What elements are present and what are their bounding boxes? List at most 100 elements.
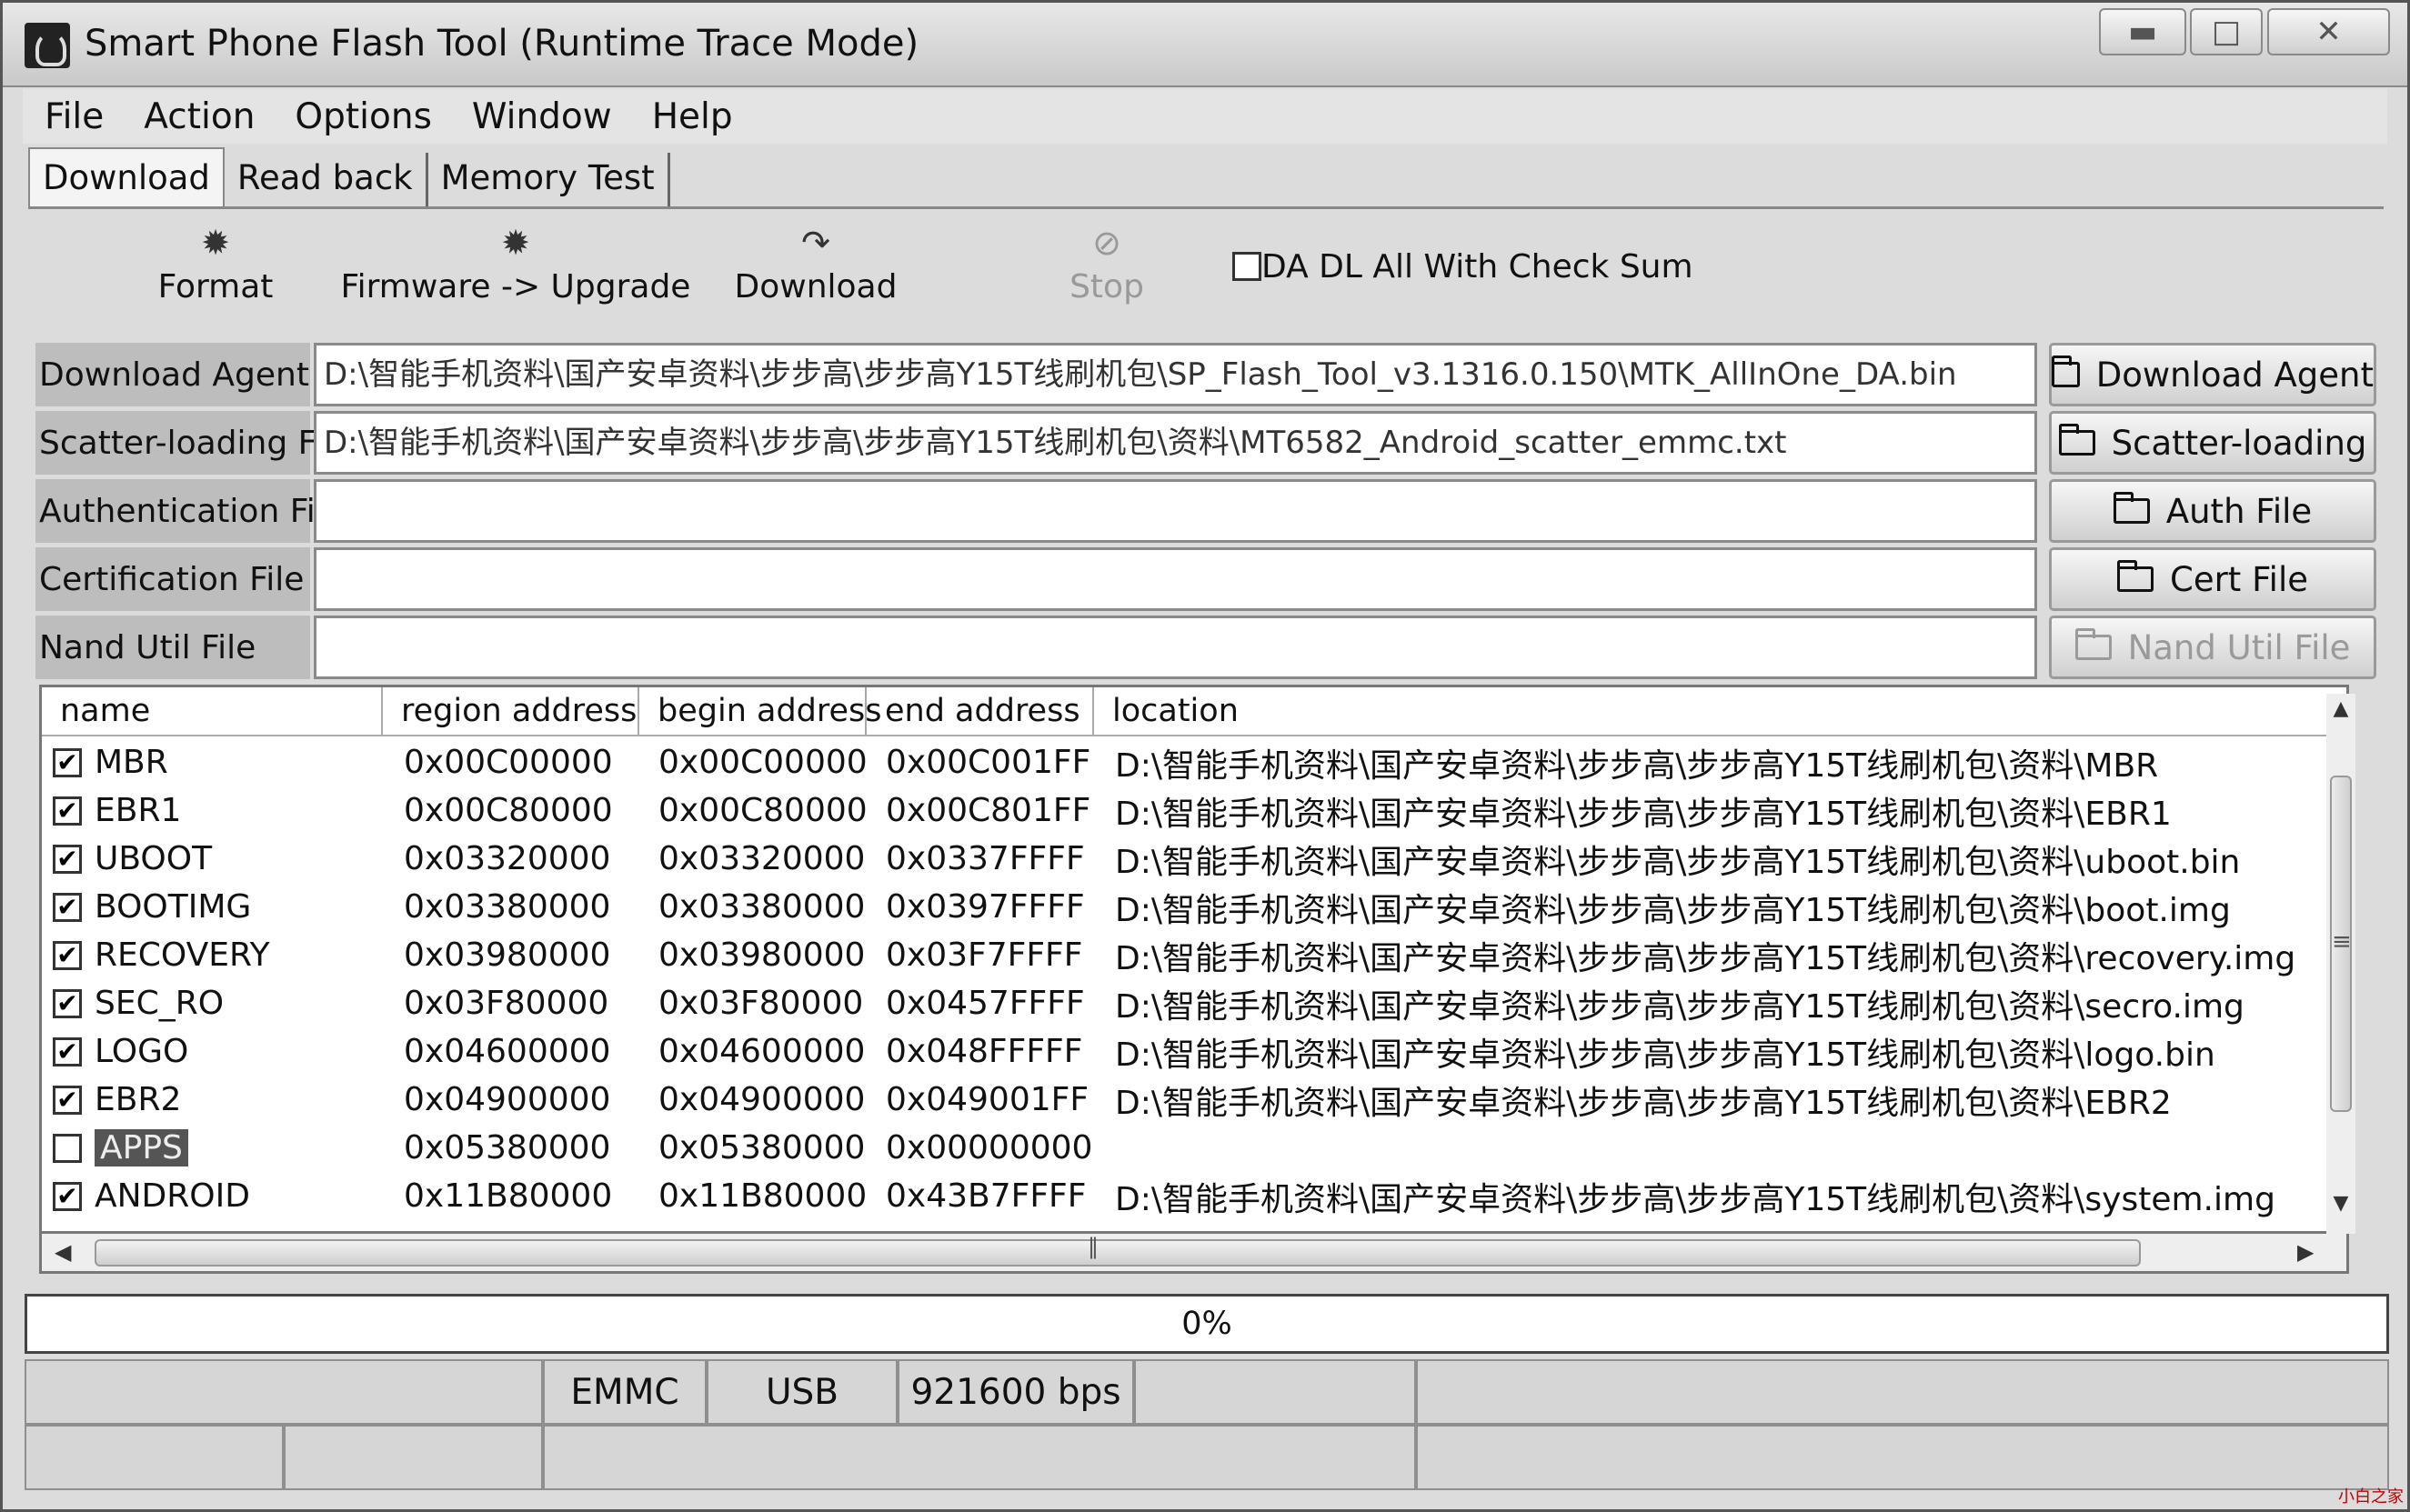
checkmark-icon: ✔ [56, 939, 78, 970]
row-end-cell: 0x049001FF [886, 1081, 1090, 1118]
table-vertical-scrollbar[interactable]: ▲ ≡ ▼ [2326, 694, 2355, 1234]
row-region-cell: 0x03F80000 [404, 985, 609, 1022]
table-horizontal-scrollbar[interactable]: ◀ ‖ ▶ [39, 1234, 2349, 1274]
checkmark-icon: ✔ [56, 1180, 78, 1211]
table-row[interactable]: ✔ MBR 0x00C00000 0x00C00000 0x00C001FF D:\智能手… [42, 738, 2334, 786]
scroll-up-icon[interactable]: ▲ [2330, 697, 2352, 720]
column-header-name[interactable]: name [42, 687, 383, 735]
row-checkbox[interactable]: ✔ [53, 988, 82, 1018]
table-row[interactable]: ✔ EBR2 0x04900000 0x04900000 0x049001FF D:\智能… [42, 1076, 2334, 1124]
scroll-left-icon[interactable]: ◀ [55, 1239, 71, 1265]
row-name-cell: ✔ ANDROID [53, 1172, 407, 1220]
row-loc-cell: D:\智能手机资料\国产安卓资料\步步高\步步高Y15T线刷机包\资料\syst… [1115, 1180, 2275, 1218]
row-name: EBR2 [95, 1081, 182, 1118]
row-end-cell: 0x0397FFFF [886, 888, 1085, 926]
column-header-region-address[interactable]: region address [383, 687, 639, 735]
table-row[interactable]: ✔ UBOOT 0x03320000 0x03320000 0x0337FFFF D:\智… [42, 835, 2334, 883]
column-header-end-address[interactable]: end address [867, 687, 1094, 735]
row-name-cell: ✔ EBR1 [53, 786, 407, 835]
row-end-cell: 0x048FFFFF [886, 1033, 1083, 1070]
column-header-begin-address[interactable]: begin address [639, 687, 882, 735]
table-row[interactable]: ✔ ANDROID 0x11B80000 0x11B80000 0x43B7FFFF D:… [42, 1172, 2334, 1220]
minimize-button[interactable]: ▬ [2099, 8, 2186, 55]
grip-icon: ≡ [2332, 928, 2352, 956]
firmware-upgrade-button[interactable]: ✹ Firmware -> Upgrade [334, 215, 698, 305]
stop-button[interactable]: ⊘ Stop [1034, 215, 1180, 305]
checksum-checkbox[interactable] [1232, 252, 1261, 281]
scatter-loading-button[interactable]: Scatter-loading [2049, 411, 2376, 475]
table-row[interactable]: ✔ SEC_RO 0x03F80000 0x03F80000 0x0457FFFF D:\… [42, 979, 2334, 1027]
row-checkbox[interactable]: ✔ [53, 796, 82, 826]
watermark: 小白之家 [2338, 1487, 2404, 1507]
nand-util-file-label: Nand Util File [35, 616, 310, 679]
row-checkbox[interactable]: ✔ [53, 1036, 82, 1066]
table-row[interactable]: APPS 0x05380000 0x05380000 0x00000000 [42, 1124, 2334, 1172]
table-header: name region address begin address end ad… [42, 687, 2334, 736]
status-storage: EMMC [543, 1359, 707, 1425]
table-row[interactable]: ✔ EBR1 0x00C80000 0x00C80000 0x00C801FF D:\智能… [42, 786, 2334, 835]
folder-icon [2052, 355, 2080, 387]
row-end-cell: 0x03F7FFFF [886, 936, 1083, 974]
checkmark-icon: ✔ [56, 746, 78, 777]
row-checkbox[interactable]: ✔ [53, 746, 82, 777]
checkmark-icon: ✔ [56, 843, 78, 874]
download-agent-field[interactable]: D:\智能手机资料\国产安卓资料\步步高\步步高Y15T线刷机包\SP_Flas… [314, 343, 2037, 406]
row-loc-cell: D:\智能手机资料\国产安卓资料\步步高\步步高Y15T线刷机包\资料\boot… [1115, 891, 2231, 929]
menu-action[interactable]: Action [144, 96, 255, 137]
maximize-button[interactable]: □ [2190, 8, 2263, 55]
row-begin-cell: 0x04600000 [658, 1033, 866, 1070]
window-title: Smart Phone Flash Tool (Runtime Trace Mo… [85, 23, 919, 65]
tab-read-back[interactable]: Read back [225, 153, 428, 206]
status-cell-empty [543, 1425, 1416, 1490]
folder-icon [2058, 424, 2095, 456]
menu-bar: File Action Options Window Help [23, 89, 2387, 144]
scatter-file-field[interactable]: D:\智能手机资料\国产安卓资料\步步高\步步高Y15T线刷机包\资料\MT65… [314, 411, 2037, 475]
auth-file-button[interactable]: Auth File [2049, 479, 2376, 543]
row-region-cell: 0x00C00000 [404, 744, 613, 781]
menu-help[interactable]: Help [652, 96, 733, 137]
row-end-cell: 0x0457FFFF [886, 985, 1085, 1022]
row-loc-cell: D:\智能手机资料\国产安卓资料\步步高\步步高Y15T线刷机包\资料\MBR [1115, 746, 2159, 785]
nand-util-file-field[interactable] [314, 616, 2037, 679]
row-name: APPS [95, 1129, 188, 1167]
menu-window[interactable]: Window [472, 96, 612, 137]
format-button[interactable]: ✹ Format [125, 215, 306, 305]
tab-bar: Download Read back Memory Test [28, 146, 670, 206]
row-end-cell: 0x00C801FF [886, 792, 1091, 829]
cert-file-field[interactable] [314, 547, 2037, 611]
auth-file-field[interactable] [314, 479, 2037, 543]
row-checkbox[interactable]: ✔ [53, 1085, 82, 1115]
close-button[interactable]: ✕ [2267, 8, 2390, 55]
row-region-cell: 0x11B80000 [404, 1177, 613, 1215]
download-agent-button[interactable]: Download Agent [2049, 343, 2376, 406]
table-row[interactable]: ✔ LOGO 0x04600000 0x04600000 0x048FFFFF D:\智能… [42, 1027, 2334, 1076]
scroll-down-icon[interactable]: ▼ [2330, 1192, 2352, 1215]
tab-memory-test[interactable]: Memory Test [428, 153, 670, 206]
nand-util-file-button[interactable]: Nand Util File [2049, 616, 2376, 679]
row-name-cell: ✔ LOGO [53, 1027, 407, 1076]
download-button[interactable]: ↷ Download [707, 215, 925, 305]
title-bar[interactable]: Smart Phone Flash Tool (Runtime Trace Mo… [3, 3, 2407, 87]
row-begin-cell: 0x11B80000 [658, 1177, 868, 1215]
row-region-cell: 0x04600000 [404, 1033, 611, 1070]
table-row[interactable]: ✔ RECOVERY 0x03980000 0x03980000 0x03F7FFFF D… [42, 931, 2334, 979]
table-row[interactable]: ✔ BOOTIMG 0x03380000 0x03380000 0x0397FFFF D:… [42, 883, 2334, 931]
menu-file[interactable]: File [45, 96, 104, 137]
main-window: Smart Phone Flash Tool (Runtime Trace Mo… [0, 0, 2410, 1512]
gear-icon: ✹ [501, 223, 530, 263]
row-checkbox[interactable] [53, 1133, 82, 1163]
checkmark-icon: ✔ [56, 1036, 78, 1066]
horizontal-scroll-thumb[interactable] [95, 1239, 2141, 1267]
row-checkbox[interactable]: ✔ [53, 892, 82, 922]
row-checkbox[interactable]: ✔ [53, 939, 82, 970]
cert-file-button[interactable]: Cert File [2049, 547, 2376, 611]
format-label: Format [157, 268, 274, 305]
progress-text: 0% [1181, 1306, 1232, 1342]
menu-options[interactable]: Options [295, 96, 431, 137]
row-checkbox[interactable]: ✔ [53, 843, 82, 874]
column-header-location[interactable]: location [1094, 687, 2334, 735]
row-checkbox[interactable]: ✔ [53, 1180, 82, 1211]
row-name: MBR [95, 744, 168, 781]
tab-download[interactable]: Download [28, 147, 225, 206]
scroll-right-icon[interactable]: ▶ [2297, 1239, 2314, 1265]
